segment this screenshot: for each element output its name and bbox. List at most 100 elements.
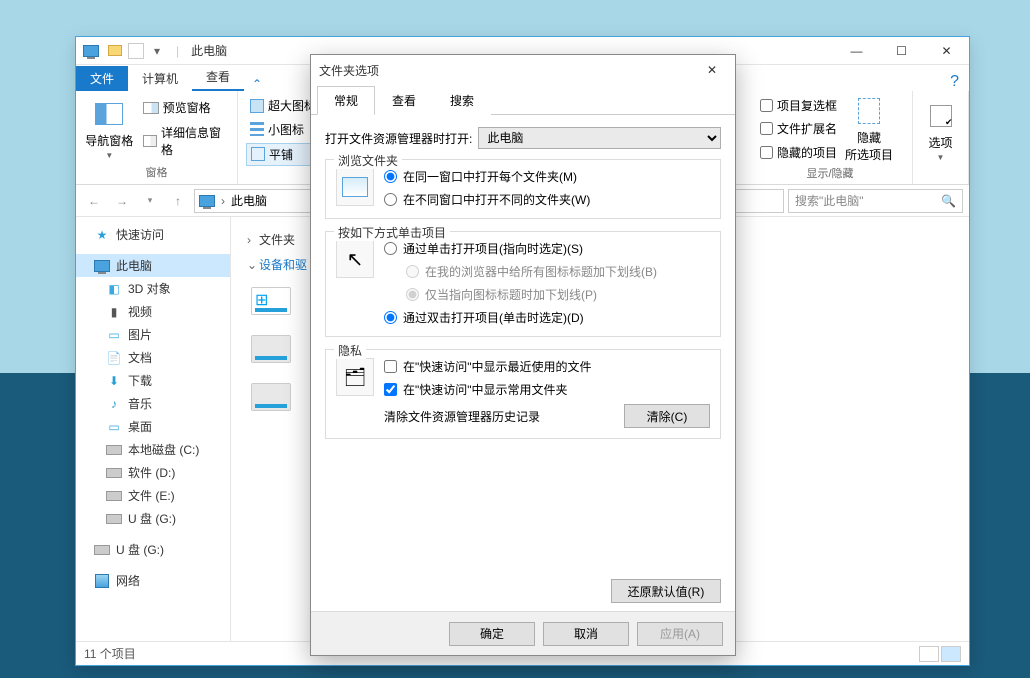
checkbox-recent-files[interactable]: 在"快速访问"中显示最近使用的文件	[384, 358, 710, 375]
tab-search[interactable]: 搜索	[433, 86, 491, 115]
hdd-icon	[106, 442, 122, 458]
privacy-group: 隐私 🗂 在"快速访问"中显示最近使用的文件 在"快速访问"中显示常用文件夹 清…	[325, 349, 721, 439]
pc-icon	[94, 258, 110, 274]
sidebar-item[interactable]: 文件 (E:)	[76, 484, 230, 507]
pc-icon	[199, 195, 215, 207]
cube-icon: ◧	[106, 281, 122, 297]
nav-pane-label: 导航窗格	[85, 132, 133, 149]
checkbox-frequent-folders[interactable]: 在"快速访问"中显示常用文件夹	[384, 381, 710, 398]
cancel-button[interactable]: 取消	[543, 622, 629, 646]
browse-icon	[336, 168, 374, 206]
large-icons-view-icon[interactable]	[941, 646, 961, 662]
small-icons-icon	[250, 122, 264, 136]
sidebar-item[interactable]: ◧3D 对象	[76, 277, 230, 300]
sidebar-item[interactable]: ▮视频	[76, 300, 230, 323]
sidebar-item[interactable]: ♪音乐	[76, 392, 230, 415]
chevron-down-icon: ▼	[105, 151, 113, 160]
open-explorer-select[interactable]: 此电脑	[478, 127, 721, 149]
qat-dropdown-icon[interactable]: ▾	[146, 40, 168, 62]
open-explorer-label: 打开文件资源管理器时打开:	[325, 130, 472, 147]
sidebar-item[interactable]: ▭图片	[76, 323, 230, 346]
back-button[interactable]: ←	[82, 189, 106, 213]
sidebar-item-u-disk[interactable]: U 盘 (G:)	[76, 538, 230, 561]
usb-icon	[94, 542, 110, 558]
tab-file[interactable]: 文件	[76, 66, 128, 91]
drive-icon	[251, 335, 291, 363]
browse-folders-group: 浏览文件夹 在同一窗口中打开每个文件夹(M) 在不同窗口中打开不同的文件夹(W)	[325, 159, 721, 219]
dialog-close-button[interactable]: ✕	[697, 56, 727, 84]
documents-icon: 📄	[106, 350, 122, 366]
options-button[interactable]: ✔ 选项 ▼	[921, 95, 960, 166]
window-title: 此电脑	[191, 42, 227, 59]
dialog-body: 打开文件资源管理器时打开: 此电脑 浏览文件夹 在同一窗口中打开每个文件夹(M)…	[311, 115, 735, 579]
radio-new-window[interactable]: 在不同窗口中打开不同的文件夹(W)	[384, 191, 710, 208]
radio-underline-browser: 在我的浏览器中给所有图标标题加下划线(B)	[406, 263, 710, 280]
tab-view[interactable]: 查看	[375, 86, 433, 115]
sidebar-item-this-pc[interactable]: 此电脑	[76, 254, 230, 277]
breadcrumb-segment[interactable]: 此电脑	[231, 192, 267, 209]
ok-button[interactable]: 确定	[449, 622, 535, 646]
hide-selected-button[interactable]: 隐藏 所选项目	[845, 95, 893, 163]
hdd-icon	[106, 465, 122, 481]
search-icon[interactable]: 🔍	[941, 194, 956, 208]
minimize-button[interactable]: —	[834, 37, 879, 65]
up-button[interactable]: ↑	[166, 189, 190, 213]
details-pane-button[interactable]: 详细信息窗格	[139, 122, 229, 160]
nav-pane-button[interactable]: 导航窗格 ▼	[84, 95, 135, 162]
sidebar-item[interactable]: ▭桌面	[76, 415, 230, 438]
forward-button[interactable]: →	[110, 189, 134, 213]
hdd-icon	[106, 488, 122, 504]
ribbon-collapse-icon[interactable]: ⌃	[244, 77, 270, 91]
usb-icon	[106, 511, 122, 527]
view-extra-large-button[interactable]: 超大图标	[246, 95, 320, 116]
help-icon[interactable]: ?	[940, 73, 969, 91]
clear-button[interactable]: 清除(C)	[624, 404, 710, 428]
qat-item[interactable]	[104, 40, 126, 62]
drive-icon	[251, 383, 291, 411]
maximize-button[interactable]: ☐	[879, 37, 924, 65]
tab-view[interactable]: 查看	[192, 64, 244, 91]
folder-options-dialog: 文件夹选项 ✕ 常规 查看 搜索 打开文件资源管理器时打开: 此电脑 浏览文件夹…	[310, 54, 736, 656]
hidden-items-toggle[interactable]: 隐藏的项目	[756, 142, 841, 163]
search-input[interactable]: 搜索"此电脑" 🔍	[788, 189, 963, 213]
history-dropdown[interactable]: ▾	[138, 189, 162, 213]
network-icon	[94, 573, 110, 589]
details-pane-icon	[143, 135, 157, 147]
desktop-icon: ▭	[106, 419, 122, 435]
radio-single-click[interactable]: 通过单击打开项目(指向时选定)(S)	[384, 240, 710, 257]
sidebar-item[interactable]: U 盘 (G:)	[76, 507, 230, 530]
drive-icon: ⊞	[251, 287, 291, 315]
qat-item[interactable]	[128, 43, 144, 59]
dialog-title: 文件夹选项	[319, 62, 379, 79]
radio-same-window[interactable]: 在同一窗口中打开每个文件夹(M)	[384, 168, 710, 185]
nav-sidebar: ★快速访问 此电脑 ◧3D 对象 ▮视频 ▭图片 📄文档 ⬇下载 ♪音乐 ▭桌面…	[76, 217, 231, 641]
apply-button[interactable]: 应用(A)	[637, 622, 723, 646]
details-view-icon[interactable]	[919, 646, 939, 662]
view-small-icons-button[interactable]: 小图标	[246, 119, 320, 140]
star-icon: ★	[94, 227, 110, 243]
group-title: 隐私	[334, 342, 366, 359]
sidebar-item-quick-access[interactable]: ★快速访问	[76, 223, 230, 246]
sidebar-item-network[interactable]: 网络	[76, 569, 230, 592]
video-icon: ▮	[106, 304, 122, 320]
sidebar-item[interactable]: 软件 (D:)	[76, 461, 230, 484]
sidebar-item[interactable]: 本地磁盘 (C:)	[76, 438, 230, 461]
restore-defaults-button[interactable]: 还原默认值(R)	[611, 579, 721, 603]
item-checkboxes-toggle[interactable]: 项目复选框	[756, 95, 841, 116]
tab-computer[interactable]: 计算机	[128, 66, 192, 91]
view-mode-icons	[919, 646, 961, 662]
radio-double-click[interactable]: 通过双击打开项目(单击时选定)(D)	[384, 309, 710, 326]
click-icon: ↖	[336, 240, 374, 278]
sidebar-item[interactable]: 📄文档	[76, 346, 230, 369]
dialog-titlebar: 文件夹选项 ✕	[311, 55, 735, 85]
preview-pane-button[interactable]: 预览窗格	[139, 97, 229, 118]
file-ext-toggle[interactable]: 文件扩展名	[756, 118, 841, 139]
chevron-down-icon: ⌄	[247, 258, 259, 272]
tab-general[interactable]: 常规	[317, 86, 375, 115]
search-placeholder: 搜索"此电脑"	[795, 192, 864, 209]
close-button[interactable]: ✕	[924, 37, 969, 65]
view-tiles-button[interactable]: 平铺	[246, 143, 320, 166]
sidebar-item[interactable]: ⬇下载	[76, 369, 230, 392]
group-title: 按如下方式单击项目	[334, 224, 450, 241]
clear-history-label: 清除文件资源管理器历史记录	[384, 408, 540, 425]
